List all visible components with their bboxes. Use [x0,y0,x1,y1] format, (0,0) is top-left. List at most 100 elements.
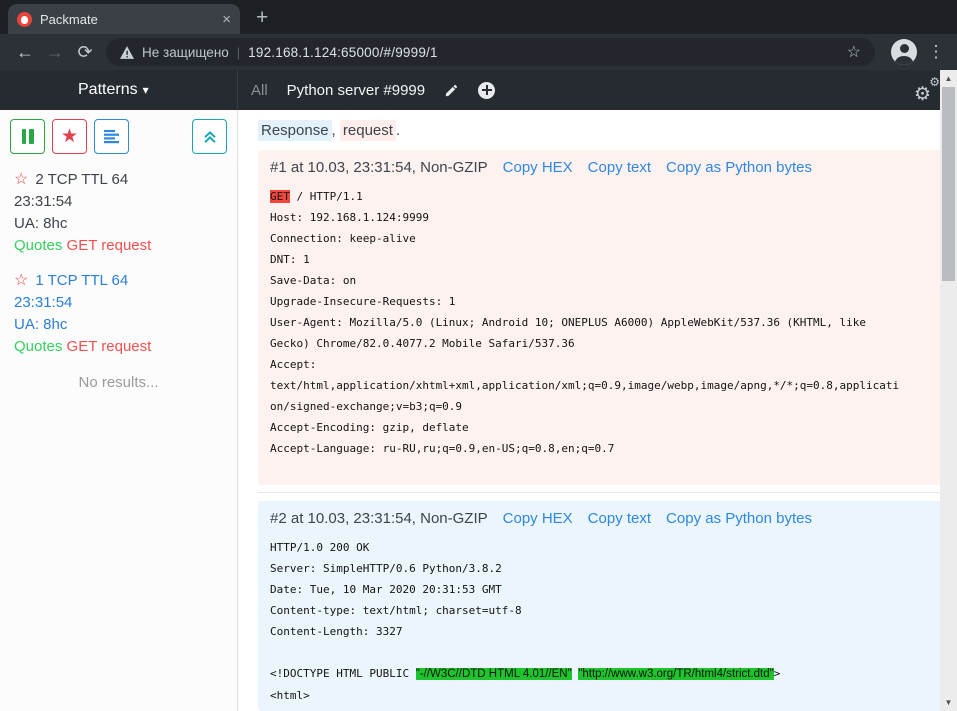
pause-capture-button[interactable] [10,119,45,154]
address-bar[interactable]: Не защищено | 192.168.1.124:65000/#/9999… [106,38,875,66]
packet-title: 1 TCP TTL 64 [35,272,128,289]
tab-all[interactable]: All [251,82,268,99]
pause-icon [22,129,34,144]
back-icon[interactable]: ← [10,43,40,61]
packet-title-line: ☆ 1 TCP TTL 64 [14,270,223,292]
scroll-up-icon[interactable]: ▲ [940,74,957,83]
tab-title: Packmate [40,12,222,27]
legend-response: Response [258,120,332,141]
reload-icon[interactable]: ⟳ [70,43,100,61]
packet-id: #1 at 10.03, 23:31:54, Non-GZIP [270,159,488,176]
browser-window: Packmate × + ← → ⟳ Не защищено | 192.168… [0,0,957,711]
browser-navbar: ← → ⟳ Не защищено | 192.168.1.124:65000/… [0,34,957,70]
favorite-star-icon[interactable]: ☆ [14,272,28,289]
packet-list: ☆2 TCP TTL 6423:31:54UA: 8hcQuotes GET r… [0,154,237,358]
browser-tabstrip: Packmate × + [0,0,957,34]
packet-line: Accept-Encoding: gzip, deflate [270,417,902,438]
copy-action-link[interactable]: Copy HEX [503,159,573,176]
security-label[interactable]: Не защищено [142,45,229,60]
packet-line [270,459,902,480]
tag-quotes: Quotes [14,338,62,355]
packet-line: Content-type: text/html; charset=utf-8 [270,600,902,621]
add-stream-icon[interactable] [478,82,495,99]
packet-body: GET / HTTP/1.1Host: 192.168.1.124:9999Co… [270,186,902,480]
packet-title-line: ☆2 TCP TTL 64 [14,169,223,191]
legend-plain: . [396,122,400,139]
page-scrollbar[interactable]: ▲ ▼ [940,70,957,711]
highlight-green: "-//W3C//DTD HTML 4.01//EN" [416,668,572,680]
packet-ua: UA: 8hc [14,213,223,235]
sidebar-packet-item[interactable]: ☆ 1 TCP TTL 64 23:31:54UA: 8hc Quotes GET r… [14,270,223,358]
favorites-filter-button[interactable]: ★ [52,119,87,154]
highlight-red: GET [270,190,290,203]
packet-line: <!DOCTYPE HTML PUBLIC "-//W3C//DTD HTML … [270,663,902,685]
scrollbar-thumb[interactable] [942,87,955,281]
packet-line: Save-Data: on [270,270,902,291]
packet-line: Upgrade-Insecure-Requests: 1 [270,291,902,312]
browser-menu-icon[interactable]: ⋮ [925,42,947,62]
packet-line [270,642,902,663]
packet-line: Content-Length: 3327 [270,621,902,642]
packet-card-response: #2 at 10.03, 23:31:54, Non-GZIP Copy HEX C… [258,501,942,711]
packet-line: GET / HTTP/1.1 [270,186,902,207]
edit-pencil-icon[interactable] [444,83,459,98]
copy-action-link[interactable]: Copy text [588,510,651,527]
packet-card-request: #1 at 10.03, 23:31:54, Non-GZIP Copy HEX C… [258,150,942,485]
packet-card-header: #2 at 10.03, 23:31:54, Non-GZIP Copy HEX C… [270,510,930,527]
packet-line: Accept: text/html,application/xhtml+xml,… [270,354,902,417]
address-separator: | [237,45,240,60]
sidebar-packet-item[interactable]: ☆2 TCP TTL 6423:31:54UA: 8hcQuotes GET r… [14,169,223,257]
packet-line: Server: SimpleHTTP/0.6 Python/3.8.2 [270,558,902,579]
copy-action-link[interactable]: Copy text [588,159,651,176]
sidebar-toolbar: ★ [0,119,237,154]
not-secure-warning-icon [120,46,134,59]
no-results-label: No results... [0,374,237,391]
legend-request: request [340,120,396,141]
packet-tags: Quotes GET request [14,235,223,257]
packet-line: Date: Tue, 10 Mar 2020 20:31:53 GMT [270,579,902,600]
star-icon: ★ [61,125,78,148]
gear-small-icon: ⚙ [929,76,940,88]
bookmark-star-icon[interactable]: ☆ [847,42,861,62]
packmate-favicon-icon [17,12,32,27]
browser-tab[interactable]: Packmate × [8,4,240,34]
collapse-sidebar-button[interactable] [192,119,227,154]
patterns-dropdown[interactable]: Patterns ▾ [78,81,149,99]
packet-id: #2 at 10.03, 23:31:54, Non-GZIP [270,510,488,527]
packet-line: Accept-Language: ru-RU,ru;q=0.9,en-US;q=… [270,438,902,459]
patterns-label: Patterns [78,81,138,98]
tab-current-stream[interactable]: Python server #9999 [287,82,425,99]
packet-card-header: #1 at 10.03, 23:31:54, Non-GZIP Copy HEX C… [270,159,930,176]
favorite-star-icon[interactable]: ☆ [14,171,28,188]
new-tab-button[interactable]: + [256,7,268,28]
tab-close-icon[interactable]: × [222,12,231,27]
packet-line: Connection: keep-alive [270,228,902,249]
legend: Response, request. [258,122,942,139]
app-header: Patterns ▾ All Python server #9999 ⚙ ⚙ [0,70,957,110]
main-content: Response, request. #1 at 10.03, 23:31:54… [238,110,957,711]
copy-action-link[interactable]: Copy as Python bytes [666,510,812,527]
packet-line: HTTP/1.0 200 OK [270,537,902,558]
chevron-double-up-icon [202,129,218,145]
app-body: ★ ☆2 TCP TTL 6423:31 [0,110,957,711]
sidebar: ★ ☆2 TCP TTL 6423:31 [0,110,238,711]
packet-line: User-Agent: Mozilla/5.0 (Linux; Android … [270,312,902,354]
legend-plain: , [332,122,340,139]
scroll-down-icon[interactable]: ▼ [940,698,957,707]
list-icon [103,129,120,144]
packet-line: DNT: 1 [270,249,902,270]
settings-cogs-icon[interactable]: ⚙ ⚙ [914,78,940,102]
url-text[interactable]: 192.168.1.124:65000/#/9999/1 [248,45,438,60]
packet-time: 23:31:54 [14,191,223,213]
copy-action-link[interactable]: Copy HEX [503,510,573,527]
packet-line: Host: 192.168.1.124:9999 [270,207,902,228]
list-view-button[interactable] [94,119,129,154]
packet-ua: UA: 8hc [14,314,223,336]
packet-time: 23:31:54 [14,292,223,314]
tag-get-request: GET request [67,338,152,355]
profile-avatar[interactable] [891,39,917,65]
highlight-green: "http://www.w3.org/TR/html4/strict.dtd" [578,668,773,680]
forward-icon[interactable]: → [40,43,70,61]
copy-action-link[interactable]: Copy as Python bytes [666,159,812,176]
caret-down-icon: ▾ [143,83,149,97]
